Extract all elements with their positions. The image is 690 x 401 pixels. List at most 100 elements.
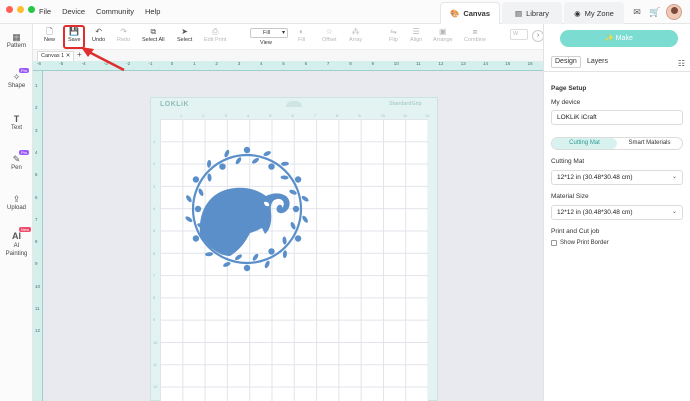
arrange-button[interactable]: ▣ Arrange [433,27,453,43]
make-button[interactable]: ✨ Make [560,30,678,47]
material-size-select[interactable]: 12*12 in (30.48*30.48 cm) ⌄ [551,205,683,220]
pattern-icon: ▦ [12,32,21,42]
wreath-leaf [192,235,200,242]
close-window-button[interactable] [6,6,13,13]
ruler-tick-label: 14 [483,61,489,66]
wreath-leaf [282,236,287,245]
ruler-tick-label: 12 [438,61,444,66]
ruler-tick-label: 4 [35,149,38,155]
wreath-leaf [198,188,204,196]
mat-type-toggle: Cutting Mat Smart Materials [551,137,683,150]
wreath-leaf [186,195,192,203]
tab-layers[interactable]: Layers [584,58,611,65]
mail-icon[interactable]: ✉ [632,7,642,17]
show-print-border-checkbox[interactable]: Show Print Border [551,240,609,246]
tab-design[interactable]: Design [551,56,581,68]
material-size-value: 12*12 in (30.48*30.48 cm) [557,209,633,216]
tab-library[interactable]: ▤ Library [502,2,562,24]
fill-button[interactable]: ◐ Fill [298,27,305,43]
shape-icon: ✧ [12,72,21,82]
mat-row-number: 8 [153,295,156,301]
ruler-tick-label: 3 [237,61,241,66]
flip-button[interactable]: ⇋ Flip [389,27,398,43]
menu-device[interactable]: Device [62,7,85,16]
sidebar-item-text[interactable]: T Text [0,114,33,131]
mat-col-number: 1 [180,113,183,118]
cart-icon[interactable]: 🛒 [649,7,660,17]
wreath-leaf [224,149,230,158]
array-button[interactable]: ⁂ Array [349,27,362,43]
ruler-tick-label: 6 [304,61,308,66]
ruler-tick-label: -5 [59,61,64,66]
view-fill-select[interactable]: Fill [250,28,288,38]
select-all-label: Select All [142,37,165,43]
avatar[interactable] [666,4,682,20]
toggle-smart-materials[interactable]: Smart Materials [617,138,682,149]
sidebar-item-pen[interactable]: Pro ✎ Pen [0,150,33,171]
sidebar-item-shape[interactable]: Pro ✧ Shape [0,68,33,89]
mat-col-number: 12 [425,113,430,118]
new-badge: New [19,227,32,232]
arrange-icon: ▣ [439,27,447,36]
align-button[interactable]: ☰ Align [410,27,422,43]
ruler-tick-label: 8 [349,61,352,66]
toggle-cutting-mat[interactable]: Cutting Mat [552,138,617,149]
upload-icon: ⇪ [12,194,21,204]
mat-row-number: 11 [153,362,158,367]
wreath-leaf [192,176,200,183]
minimize-window-button[interactable] [17,6,24,13]
mat-row-number: 12 [153,384,158,390]
select-all-button[interactable]: ⧉ Select All [142,27,165,43]
settings-sliders-icon[interactable]: ☷ [678,59,685,68]
redo-button[interactable]: ↷ Redo [117,27,130,43]
new-file-icon: 🗋 [46,27,53,36]
menu-help[interactable]: Help [145,7,160,16]
mat-col-number: 5 [269,113,272,118]
elephant-wreath-design[interactable] [180,146,314,272]
close-icon[interactable]: ✕ [66,53,71,59]
tab-library-label: Library [526,8,550,18]
sidebar-item-upload[interactable]: ⇪ Upload [0,194,33,211]
combine-icon: ⧈ [472,27,478,36]
new-button[interactable]: 🗋 New [44,27,55,43]
menu-bar: File Device Community Help [39,7,160,16]
select-button[interactable]: ➤ Select [177,27,192,43]
wreath-leaf [194,205,202,213]
edit-print-button[interactable]: ⎙ Edit Print [204,27,226,43]
wreath-leaf [301,195,309,202]
ruler-tick-label: 2 [35,105,38,111]
ruler-tick-label: 15 [505,61,511,66]
wreath-leaf [219,163,226,170]
mat-row-number: 5 [153,228,156,234]
width-input[interactable]: W [510,29,528,40]
sidebar-item-pattern[interactable]: ▦ Pattern [0,32,33,49]
wreath-leaf [223,261,231,267]
offset-button[interactable]: ☆ Offset [322,27,337,43]
sidebar-item-label: Upload [6,205,26,211]
zoom-window-button[interactable] [28,6,35,13]
menu-file[interactable]: File [39,7,51,16]
wreath-leaf [235,157,242,165]
tab-my-zone[interactable]: ◉ My Zone [564,2,624,24]
canvas-tab-label: Canvas 1 [41,53,65,59]
select-all-icon: ⧉ [150,27,157,36]
ruler-tick-label: 10 [393,61,399,66]
new-label: New [44,37,56,43]
canvas-tab-1[interactable]: Canvas 1 ✕ [37,51,75,61]
device-select[interactable]: LOKLiK iCraft [551,110,683,125]
panel-tabs: Design Layers ☷ [544,54,690,72]
show-print-border-label: Show Print Border [560,240,609,246]
material-size-label: Material Size [551,193,589,200]
sidebar-item-ai-painting[interactable]: New AI AI Painting [0,227,33,258]
array-icon: ⁂ [351,27,360,36]
ruler-tick-label: 6 [35,194,38,200]
wreath-leaf [235,254,242,261]
undo-button[interactable]: ↶ Undo [92,27,105,43]
wreath-leaf [185,216,193,223]
tab-canvas[interactable]: 🎨 Canvas [440,2,500,24]
combine-button[interactable]: ⧈ Combine [464,27,486,43]
checkbox-box[interactable] [551,240,557,246]
arrange-label: Arrange [433,37,453,43]
menu-community[interactable]: Community [96,7,134,16]
cutting-mat-select[interactable]: 12*12 in (30.48*30.48 cm) ⌄ [551,170,683,185]
